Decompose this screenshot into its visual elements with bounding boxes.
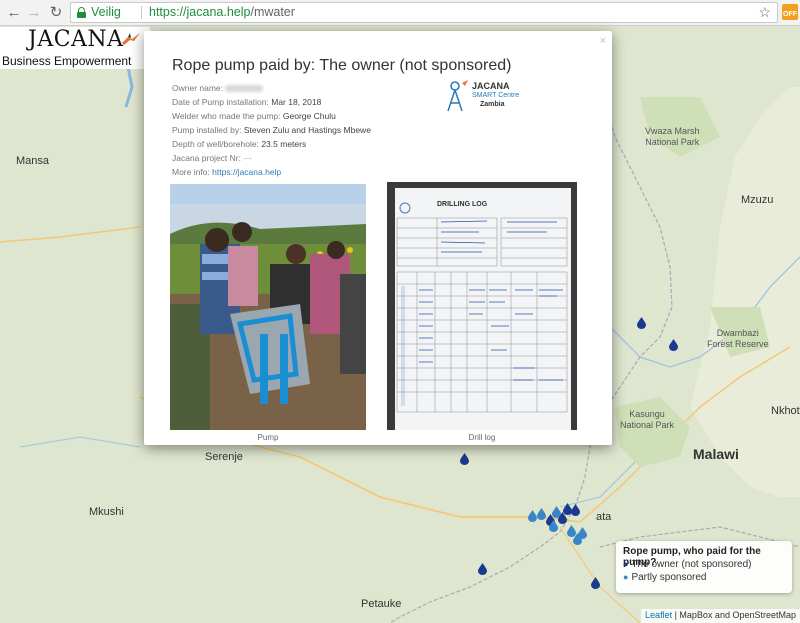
project-row: Jacana project Nr: ---	[172, 153, 252, 163]
close-icon[interactable]: ×	[600, 35, 606, 47]
installer-value: Steven Zulu and Hastings Mbewe	[243, 125, 371, 135]
reload-icon[interactable]: ↻	[46, 3, 66, 23]
welder-row: Welder who made the pump: George Chulu	[172, 111, 336, 121]
place-dwambazi: Dwambazi Forest Reserve	[707, 328, 769, 349]
divider	[141, 6, 142, 19]
date-row: Date of Pump installation: Mar 18, 2018	[172, 97, 321, 107]
jacana-bird-icon	[122, 33, 140, 45]
date-label: Date of Pump installation:	[172, 97, 269, 107]
project-label: Jacana project Nr:	[172, 153, 241, 163]
map-pin-partly[interactable]	[578, 526, 587, 539]
drill-log-heading: DRILLING LOG	[437, 201, 488, 208]
popup-title: Rope pump paid by: The owner (not sponso…	[172, 57, 512, 74]
place-mkushi: Mkushi	[89, 506, 124, 518]
place-chipata-partial: ata	[596, 511, 612, 523]
jacana-smart-centre-logo: JACANA SMART Centre Zambia	[440, 79, 532, 113]
pump-photo[interactable]	[170, 184, 366, 430]
map-pin-partly[interactable]	[537, 507, 546, 520]
leaflet-link[interactable]: Leaflet	[645, 610, 672, 620]
url-path: /mwater	[250, 5, 295, 19]
country-malawi: Malawi	[693, 446, 739, 462]
drill-log-photo[interactable]: DRILLING LOG	[387, 182, 577, 430]
map-pin-owner[interactable]	[460, 452, 469, 465]
project-value: ---	[243, 153, 252, 163]
map-pin-partly[interactable]	[528, 509, 537, 522]
owner-name-redacted	[225, 85, 264, 93]
back-icon[interactable]: ←	[4, 3, 24, 23]
map-pin-partly[interactable]	[549, 519, 558, 532]
bookmark-star-icon[interactable]: ☆	[758, 3, 771, 22]
owner-label: Owner name:	[172, 83, 224, 93]
place-vwaza: Vwaza Marsh National Park	[645, 126, 700, 147]
extension-badge: OFF	[783, 11, 797, 18]
installer-label: Pump installed by:	[172, 125, 242, 135]
owner-row: Owner name:	[172, 83, 264, 93]
legend-item-owner: ● The owner (not sponsored)	[623, 559, 752, 570]
address-bar[interactable]: Veilig https://jacana.help/mwater ☆	[70, 2, 778, 23]
owner-pin-icon: ●	[623, 559, 629, 569]
drill-log-photo-caption: Drill log	[468, 433, 496, 442]
welder-value: George Chulu	[282, 111, 336, 121]
well-icon	[447, 80, 468, 112]
place-mansa: Mansa	[16, 155, 50, 167]
installer-row: Pump installed by: Steven Zulu and Hasti…	[172, 125, 371, 135]
depth-label: Depth of well/borehole:	[172, 139, 259, 149]
map-pin-owner[interactable]	[637, 316, 646, 329]
logo-title: JACANA	[28, 27, 124, 52]
place-mzuzu: Mzuzu	[741, 194, 774, 206]
pump-popup: × Rope pump paid by: The owner (not spon…	[144, 31, 612, 445]
legend-item-owner-label: The owner (not sponsored)	[631, 559, 752, 570]
popup-logo-line1: SMART Centre	[472, 92, 520, 99]
popup-logo-name: JACANA	[472, 81, 510, 91]
place-kasungu: Kasungu National Park	[620, 409, 675, 430]
browser-toolbar: ← → ↻ Veilig https://jacana.help/mwater …	[0, 0, 800, 26]
url-host: https://jacana.help	[149, 5, 251, 19]
map-pin-owner[interactable]	[591, 576, 600, 589]
pump-image	[170, 184, 366, 430]
legend-item-partly-label: Partly sponsored	[631, 572, 707, 583]
url-text[interactable]: https://jacana.help/mwater	[149, 3, 295, 22]
lock-icon	[77, 7, 86, 18]
legend-item-partly: ● Partly sponsored	[623, 572, 706, 583]
pump-photo-caption: Pump	[257, 433, 279, 442]
drill-log-image: DRILLING LOG	[395, 188, 571, 430]
extension-icon[interactable]: OFF	[782, 4, 798, 20]
map-pin-owner[interactable]	[571, 503, 580, 516]
depth-value: 23.5 meters	[261, 139, 307, 149]
place-serenje: Serenje	[205, 451, 243, 463]
map-pin-owner[interactable]	[669, 338, 678, 351]
more-info-row: More info: https://jacana.help	[172, 167, 281, 177]
logo-subtitle: Business Empowerment	[2, 54, 132, 68]
more-info-link[interactable]: https://jacana.help	[212, 167, 281, 177]
welder-label: Welder who made the pump:	[172, 111, 281, 121]
place-petauke: Petauke	[361, 598, 402, 610]
depth-row: Depth of well/borehole: 23.5 meters	[172, 139, 306, 149]
date-value: Mar 18, 2018	[271, 97, 322, 107]
attribution-text: | MapBox and OpenStreetMap	[672, 610, 796, 620]
forward-icon[interactable]: →	[24, 3, 44, 23]
site-logo[interactable]: JACANA Business Empowerment	[0, 27, 150, 69]
more-info-label: More info:	[172, 167, 210, 177]
map-pin-owner[interactable]	[478, 562, 487, 575]
popup-logo-line2: Zambia	[480, 101, 505, 108]
secure-label: Veilig	[91, 5, 121, 19]
partly-pin-icon: ●	[623, 572, 629, 582]
map-legend: Rope pump, who paid for the pump? ● The o…	[616, 541, 792, 593]
place-nkhot: Nkhot	[771, 405, 800, 417]
map-attribution: Leaflet | MapBox and OpenStreetMap	[641, 609, 800, 623]
